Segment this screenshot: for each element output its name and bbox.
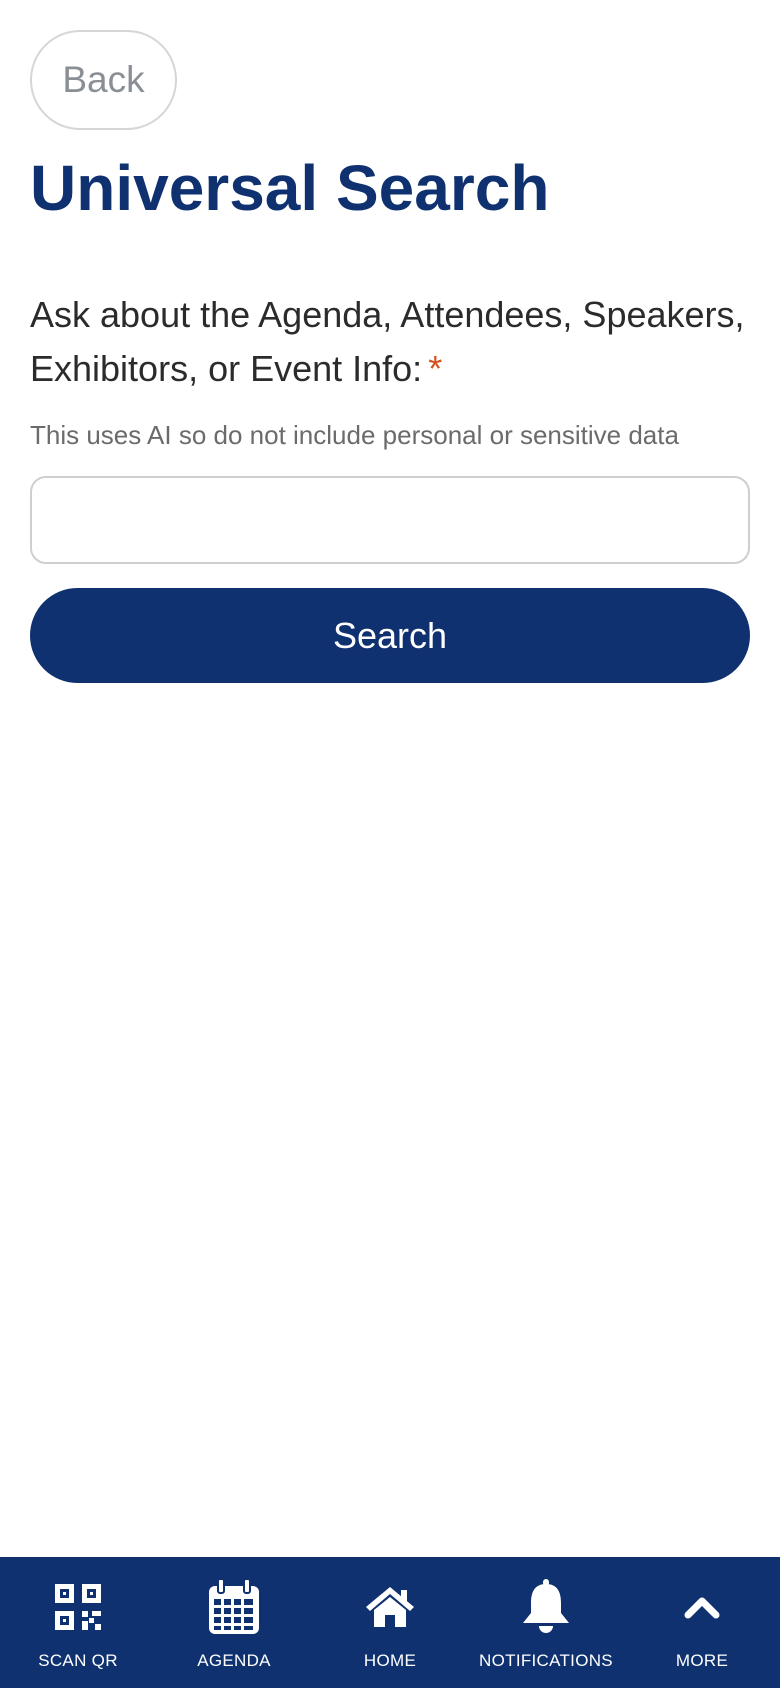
tab-label: SCAN QR xyxy=(38,1651,118,1670)
tab-label: MORE xyxy=(675,1651,729,1670)
ai-disclaimer-text: This uses AI so do not include personal … xyxy=(30,420,679,450)
search-field-label-text: Ask about the Agenda, Attendees, Speaker… xyxy=(30,294,745,389)
bottom-tab-bar: SCAN QR AGENDA HOME NOTIFICATIONS MORE xyxy=(0,1557,780,1688)
bell-icon xyxy=(521,1579,571,1635)
search-field-label: Ask about the Agenda, Attendees, Speaker… xyxy=(30,288,755,396)
tab-home[interactable]: HOME xyxy=(312,1557,468,1688)
tab-notifications[interactable]: NOTIFICATIONS xyxy=(468,1557,624,1688)
tab-label: HOME xyxy=(363,1651,417,1670)
page-title: Universal Search xyxy=(30,152,550,224)
search-button[interactable]: Search xyxy=(30,588,750,683)
required-mark: * xyxy=(428,348,443,389)
tab-more[interactable]: MORE xyxy=(624,1557,780,1688)
tab-label: NOTIFICATIONS xyxy=(479,1651,613,1670)
calendar-icon xyxy=(208,1579,260,1635)
search-input[interactable] xyxy=(30,476,750,564)
qr-code-icon xyxy=(55,1579,101,1635)
tab-label: AGENDA xyxy=(197,1651,271,1670)
tab-scan-qr[interactable]: SCAN QR xyxy=(0,1557,156,1688)
back-button[interactable]: Back xyxy=(30,30,177,130)
chevron-up-icon xyxy=(684,1579,720,1635)
tab-agenda[interactable]: AGENDA xyxy=(156,1557,312,1688)
home-icon xyxy=(365,1579,415,1635)
